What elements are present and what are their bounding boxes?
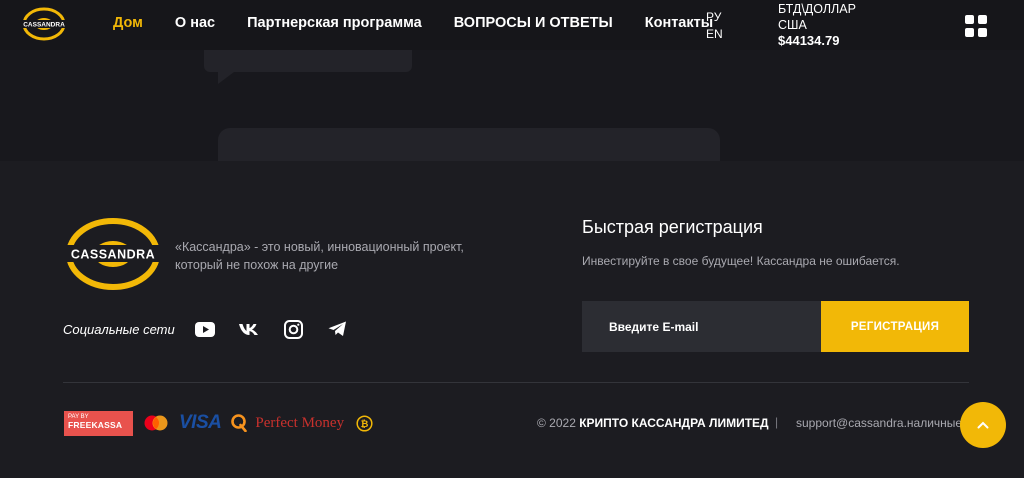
register-button[interactable]: РЕГИСТРАЦИЯ — [821, 301, 969, 352]
copyright: © 2022 КРИПТО КАССАНДРА ЛИМИТЕД — [537, 416, 769, 430]
main-menu: Дом О нас Партнерская программа ВОПРОСЫ … — [113, 15, 745, 31]
footer-divider — [63, 382, 969, 383]
btc-rate: БТД\ДОЛЛАР США $44134.79 — [778, 1, 856, 49]
freekassa-top-text: PAY BY — [68, 413, 89, 420]
youtube-icon[interactable] — [195, 319, 215, 339]
menu-item-contacts[interactable]: Контакты — [645, 15, 713, 31]
footer-logo[interactable]: CASSANDRA — [63, 214, 163, 294]
menu-item-home[interactable]: Дом — [113, 15, 143, 31]
svg-text:₿: ₿ — [361, 419, 369, 430]
content-tail-area — [0, 50, 1024, 161]
qiwi-icon — [231, 414, 248, 432]
footer-separator: | — [775, 415, 779, 429]
registration-subtitle: Инвестируйте в свое будущее! Кассандра н… — [582, 254, 900, 268]
footer-description: «Кассандра» - это новый, инновационный п… — [175, 240, 464, 272]
registration-title: Быстрая регистрация — [582, 217, 763, 237]
instagram-icon[interactable] — [283, 319, 303, 339]
grid-menu-icon[interactable] — [965, 15, 987, 37]
bitcoin-icon: ₿ — [356, 414, 373, 432]
testimonial-bubble — [218, 128, 720, 161]
copyright-year: © 2022 — [537, 416, 576, 430]
lang-en[interactable]: EN — [706, 26, 723, 43]
perfect-money-logo: Perfect Money — [255, 414, 345, 431]
language-switcher: РУ EN — [706, 9, 723, 43]
cassandra-logo[interactable]: CASSANDRA — [20, 4, 68, 44]
chevron-up-icon — [977, 421, 989, 429]
vk-icon[interactable] — [239, 319, 259, 339]
logo-text: CASSANDRA — [23, 22, 65, 29]
menu-item-partners[interactable]: Партнерская программа — [247, 15, 422, 31]
social-label: Социальные сети — [63, 322, 175, 337]
footer-logo-text: CASSANDRA — [71, 248, 155, 262]
footer: CASSANDRA «Кассандра» - это новый, иннов… — [0, 161, 1024, 478]
rate-value: $44134.79 — [778, 33, 840, 48]
registration-form: РЕГИСТРАЦИЯ — [582, 301, 969, 352]
lang-ru[interactable]: РУ — [706, 9, 723, 26]
scroll-to-top-button[interactable] — [960, 402, 1006, 448]
telegram-icon[interactable] — [327, 319, 347, 339]
visa-logo: VISA — [179, 412, 222, 433]
menu-item-faq[interactable]: ВОПРОСЫ И ОТВЕТЫ — [454, 15, 613, 31]
payment-methods: PAY BY FREEKASSA VISA Perfect Money ₿ — [64, 410, 373, 436]
menu-item-about[interactable]: О нас — [175, 15, 215, 31]
top-navbar: CASSANDRA Дом О нас Партнерская программ… — [0, 0, 1024, 50]
bubble-tail — [218, 72, 234, 84]
copyright-brand: КРИПТО КАССАНДРА ЛИМИТЕД — [579, 416, 769, 430]
social-links — [195, 319, 347, 339]
rate-label-line1: БТД\ДОЛЛАР — [778, 2, 856, 16]
testimonial-bubble — [204, 50, 412, 72]
freekassa-name: FREEKASSA — [68, 419, 123, 430]
rate-label-line2: США — [778, 18, 807, 32]
email-input[interactable] — [582, 301, 821, 352]
freekassa-badge[interactable]: PAY BY FREEKASSA — [64, 410, 133, 436]
support-email-link[interactable]: support@cassandra.наличные — [796, 416, 966, 430]
mastercard-icon — [144, 415, 168, 431]
page: CASSANDRA Дом О нас Партнерская программ… — [0, 0, 1024, 478]
